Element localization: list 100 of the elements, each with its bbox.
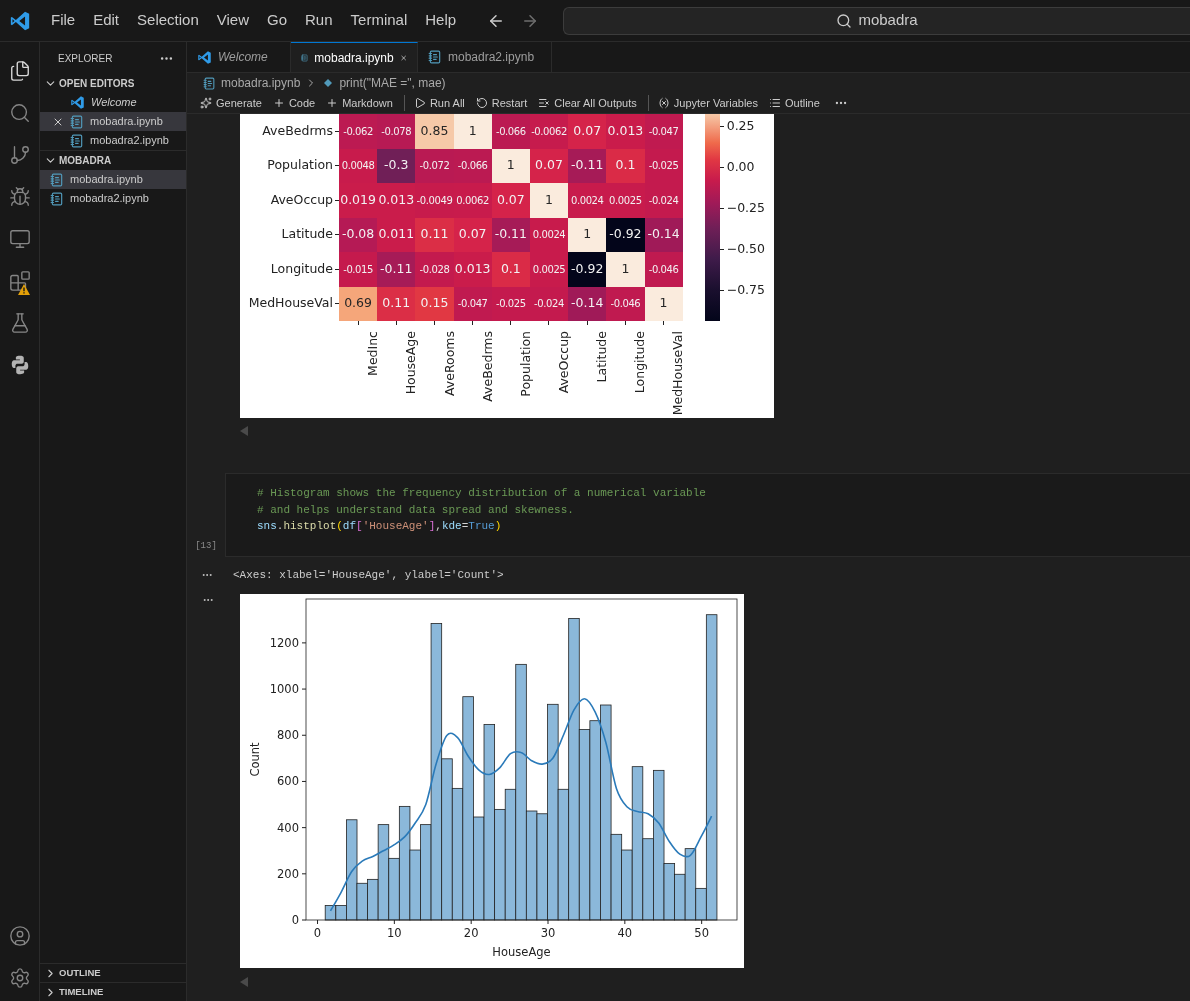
settings-icon[interactable]: [8, 967, 31, 989]
heatmap-cell: 0.1: [606, 148, 645, 183]
y-tick-label: 400: [277, 820, 299, 835]
heatmap-cell: -0.072: [415, 148, 454, 183]
y-tick-label: 1000: [269, 682, 299, 697]
y-axis-label: Count: [248, 742, 262, 777]
notebook-entry[interactable]: mobadra.ipynb: [40, 170, 186, 189]
section-header[interactable]: TIMELINE: [40, 982, 186, 1001]
output-text: <Axes: xlabel='HouseAge', ylabel='Count'>: [233, 567, 504, 583]
colorbar-tick-label: 0.25: [726, 118, 755, 134]
toolbar-button[interactable]: Markdown: [323, 94, 396, 112]
notebook-entry[interactable]: mobadra2.ipynb: [40, 189, 186, 208]
variables-icon: [657, 97, 670, 109]
column-label: Longitude: [631, 331, 649, 394]
clear-icon: [538, 97, 551, 109]
toolbar-button[interactable]: Jupyter Variables: [647, 94, 761, 112]
sparkle-icon: [200, 97, 212, 109]
branch-icon[interactable]: [8, 144, 31, 166]
outline-icon: [768, 97, 781, 109]
y-tick-label: 0: [291, 913, 299, 927]
open-editor-entry[interactable]: mobadra.ipynb: [40, 112, 186, 131]
x-axis-label: HouseAge: [492, 945, 551, 959]
logo-icon: [9, 9, 31, 32]
open-editor-entry[interactable]: mobadra2.ipynb: [40, 131, 186, 150]
menu-item[interactable]: Terminal: [341, 6, 417, 35]
heatmap-cell: 0.0025: [529, 252, 569, 287]
blocks-icon[interactable]: [8, 270, 31, 292]
menu-item[interactable]: Selection: [128, 6, 208, 35]
heatmap-cell: -0.0062: [529, 114, 569, 149]
section-header[interactable]: OUTLINE: [40, 963, 186, 982]
warning-badge-icon: [17, 284, 30, 295]
colorbar-tick-label: −0.25: [726, 200, 765, 216]
histogram-bar: [324, 905, 337, 921]
heatmap-cell: -0.066: [491, 114, 530, 149]
notebook-icon: [70, 133, 84, 148]
row-label: Longitude: [270, 259, 333, 278]
section-header[interactable]: OPEN EDITORS: [40, 74, 186, 93]
heatmap-cell: 1: [568, 217, 607, 252]
notebook-icon: [70, 114, 84, 129]
account-icon[interactable]: [8, 925, 31, 947]
section-header[interactable]: MOBADRA: [40, 151, 186, 170]
plus-icon: [326, 97, 339, 109]
run-icon: [413, 97, 426, 109]
heatmap-cell: -0.028: [415, 252, 454, 287]
heatmap-cell: -0.08: [339, 217, 378, 252]
heatmap-cell: -0.14: [568, 286, 607, 321]
row-label: Population: [267, 156, 333, 175]
editor-tab[interactable]: mobadra.ipynb: [291, 42, 418, 72]
heatmap-cell: 0.011: [377, 217, 416, 252]
menu-item[interactable]: Run: [296, 6, 342, 35]
menu-item[interactable]: Help: [416, 6, 466, 35]
menu-item[interactable]: File: [42, 6, 85, 35]
execution-count: [13]: [195, 539, 217, 553]
x-tick-label: 0: [313, 926, 322, 940]
heatmap-cell: -0.062: [339, 114, 378, 149]
heatmap-cell: -0.015: [339, 252, 378, 287]
heatmap-cell: -0.92: [568, 252, 607, 287]
column-label: HouseAge: [402, 331, 420, 395]
heatmap-cell: 0.1: [491, 252, 530, 287]
menu-item[interactable]: View: [207, 6, 258, 35]
code-line: # and helps understand data spread and skewness.: [257, 502, 574, 518]
toolbar-button[interactable]: Outline: [765, 94, 823, 112]
toolbar-button[interactable]: Generate: [197, 94, 265, 112]
menu-item[interactable]: Edit: [84, 6, 129, 35]
heatmap-cell: -0.11: [568, 148, 607, 183]
column-label: MedHouseVal: [669, 331, 687, 416]
heatmap-cell: -0.024: [644, 183, 683, 218]
search-icon[interactable]: [8, 102, 31, 124]
column-label: Population: [516, 331, 534, 397]
search-field[interactable]: mobadra: [563, 6, 1190, 35]
y-tick-label: 800: [277, 728, 299, 743]
row-label: Latitude: [281, 225, 333, 244]
bug-icon[interactable]: [8, 186, 31, 208]
colorbar-tick-label: −0.75: [726, 282, 765, 298]
heatmap-cell: 0.013: [377, 183, 416, 218]
heatmap-cell: 0.0024: [568, 183, 607, 218]
colorbar-tick-label: −0.50: [726, 241, 765, 257]
heatmap-cell: 0.07: [491, 183, 530, 218]
open-editor-entry[interactable]: Welcome: [40, 93, 186, 112]
files-icon[interactable]: [8, 60, 31, 82]
heatmap-cell: -0.0049: [415, 183, 454, 218]
heatmap-cell: 0.0048: [339, 148, 378, 183]
restart-icon: [475, 97, 488, 109]
monitor-icon[interactable]: [8, 228, 31, 250]
logo-icon: [197, 49, 212, 65]
heatmap-cell: 0.0025: [606, 183, 645, 218]
heatmap-cell: 0.69: [339, 286, 378, 321]
heatmap-cell: 0.013: [453, 252, 492, 287]
heatmap-cell: 0.0062: [453, 183, 492, 218]
toolbar-button[interactable]: Clear All Outputs: [535, 94, 640, 112]
toolbar-button[interactable]: Code: [269, 94, 319, 112]
heatmap-cell: 0.85: [415, 114, 454, 149]
breadcrumb-item[interactable]: mobadra.ipynb: [221, 74, 301, 92]
editor-tab[interactable]: mobadra2.ipynb: [418, 42, 552, 72]
heatmap-cell: 0.019: [339, 183, 378, 218]
toolbar-button[interactable]: Restart: [472, 94, 531, 112]
column-label: AveBedrms: [478, 331, 496, 402]
toolbar-button[interactable]: Run All: [403, 94, 468, 112]
breadcrumb-item[interactable]: print("MAE =", mae): [339, 74, 446, 92]
menu-item[interactable]: Go: [258, 6, 296, 35]
